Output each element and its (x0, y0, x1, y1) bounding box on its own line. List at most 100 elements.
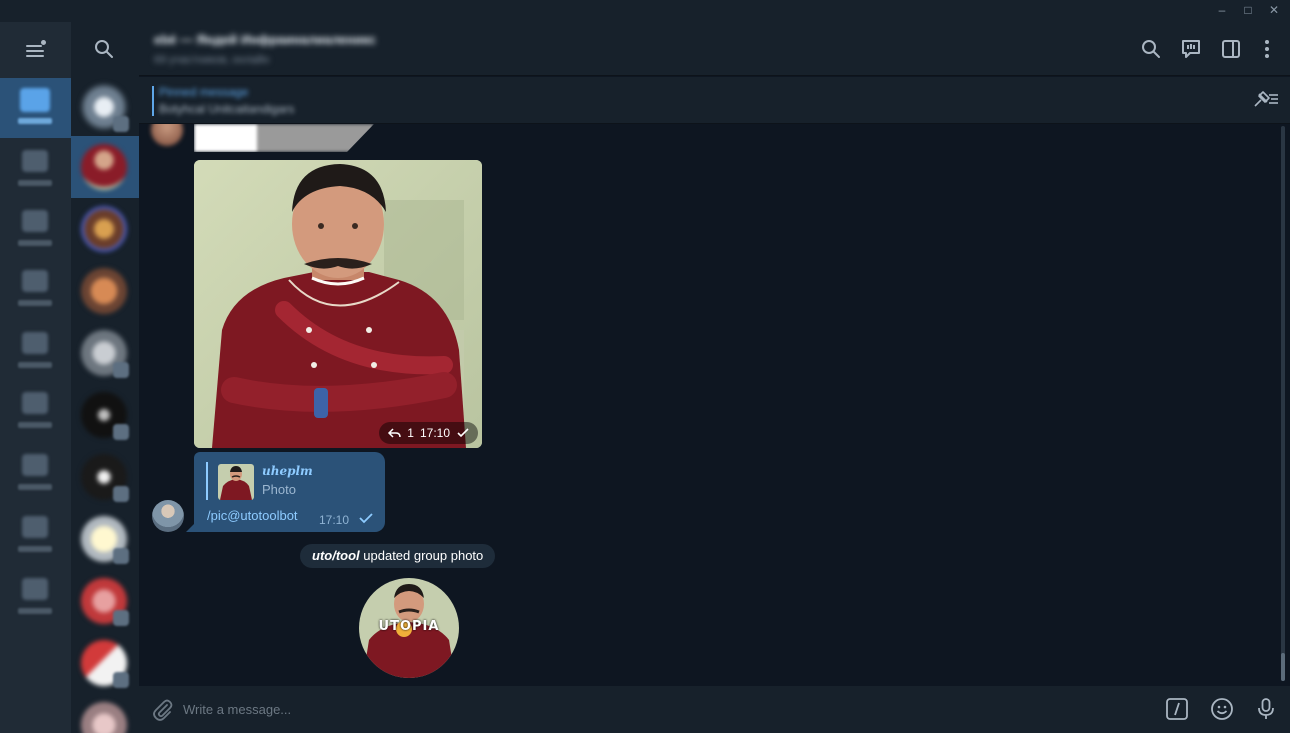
pinned-title: Pinned message (159, 85, 249, 99)
bot-folder-icon (22, 332, 48, 354)
folder-item[interactable] (0, 444, 71, 504)
minimize-button[interactable]: – (1214, 2, 1230, 18)
message-time: 17:10 (319, 513, 350, 527)
paperclip-icon (153, 699, 173, 721)
pinned-accent-bar (152, 86, 154, 116)
folder-label (18, 422, 52, 428)
chat-avatar (81, 144, 127, 190)
chat-list-item[interactable] (71, 508, 139, 570)
chat-list-item[interactable] (71, 384, 139, 446)
emoji-icon (1211, 698, 1233, 720)
chat-view: ebé — Яндей Инфраиналиаленикс 69 участни… (139, 22, 1290, 733)
service-action: updated group photo (359, 548, 484, 563)
chef-photo (194, 160, 482, 448)
reply-count-icon (388, 428, 402, 438)
search-chats-button[interactable] (93, 38, 115, 60)
reply-count[interactable]: 1 (407, 422, 414, 444)
maximize-button[interactable]: □ (1240, 2, 1256, 18)
search-icon (95, 40, 113, 58)
group-folder-icon (22, 210, 48, 232)
chat-list-item-active[interactable] (71, 136, 139, 198)
chat-list-item[interactable] (71, 570, 139, 632)
folder-item[interactable] (0, 382, 71, 442)
custom-folder-icon (22, 578, 48, 600)
muted-badge (113, 116, 129, 132)
chat-title[interactable]: ebé — Яндей Инфраиналиаленикс (154, 32, 376, 47)
sidebar-panel-icon (1222, 40, 1240, 58)
chat-members-status: 69 участников, онлайн (154, 54, 270, 66)
pinned-message-bar[interactable]: Pinned message Botyhcal Unitcaitandigars (139, 77, 1290, 124)
outgoing-message[interactable]: uheplm Photo /pic@utotoolbot 17:10 (194, 452, 385, 532)
scrollbar-thumb[interactable] (1281, 653, 1285, 681)
telegram-desktop-window: – □ ✕ ebé — Яндей Инфраиналиаленикс 69 у… (0, 0, 1290, 733)
service-message: uto/tool updated group photo (300, 544, 496, 568)
folder-item[interactable] (0, 568, 71, 628)
muted-badge (113, 548, 129, 564)
video-chat-button[interactable] (1179, 37, 1203, 61)
window-controls: – □ ✕ (1214, 2, 1282, 18)
chat-list (71, 22, 139, 733)
live-stream-icon (1182, 40, 1200, 58)
person-folder-icon (22, 150, 48, 172)
folder-item[interactable] (0, 200, 71, 260)
pinned-text: Botyhcal Unitcaitandigars (159, 102, 295, 116)
chat-list-item[interactable] (71, 260, 139, 322)
message-input[interactable] (183, 692, 1153, 726)
folder-label (18, 608, 52, 614)
folder-item[interactable] (0, 140, 71, 200)
photo-message[interactable]: 1 17:10 (194, 160, 482, 448)
chat-list-item[interactable] (71, 632, 139, 694)
chat-list-item[interactable] (71, 322, 139, 384)
chat-list-item[interactable] (71, 198, 139, 260)
attach-button[interactable] (151, 698, 175, 722)
more-vertical-icon (1265, 40, 1269, 58)
microphone-icon (1258, 698, 1274, 719)
photo-meta: 1 17:10 (379, 422, 478, 444)
service-actor[interactable]: uto/tool (312, 548, 360, 563)
chats-folder-icon (20, 88, 50, 112)
channel-folder-icon (22, 270, 48, 292)
message-time: 17:10 (419, 426, 450, 440)
message-composer (139, 686, 1290, 733)
bot-command-link[interactable]: /pic@utotoolbot (207, 508, 298, 523)
slash-command-icon (1166, 698, 1188, 720)
muted-badge (113, 362, 129, 378)
chat-folder-icon (22, 454, 48, 476)
folder-item[interactable] (0, 260, 71, 320)
chat-header[interactable]: ebé — Яндей Инфраиналиаленикс 69 участни… (139, 22, 1290, 76)
chat-list-item[interactable] (71, 76, 139, 138)
more-options-button[interactable] (1255, 37, 1279, 61)
chat-avatar (81, 206, 127, 252)
group-photo-overlay: UTOPIA (378, 619, 440, 634)
folder-item[interactable] (0, 322, 71, 382)
folder-item[interactable] (0, 506, 71, 566)
message-history[interactable]: 1 17:10 uheplm Photo /pic@utotoolbot 17:… (139, 124, 1290, 685)
voice-record-button[interactable] (1254, 697, 1278, 721)
avatar[interactable] (152, 500, 184, 532)
close-window-button[interactable]: ✕ (1266, 2, 1282, 18)
chat-avatar (81, 268, 127, 314)
pinned-list-button[interactable] (1252, 89, 1280, 109)
reply-sender-name: uheplm (262, 464, 313, 478)
chat-avatar (81, 702, 127, 733)
folder-label (18, 240, 52, 246)
main-menu-button[interactable] (22, 38, 48, 60)
folder-all-chats[interactable] (0, 78, 71, 138)
chat-list-item[interactable] (71, 446, 139, 508)
reply-preview[interactable]: uheplm Photo (206, 462, 313, 500)
emoji-button[interactable] (1210, 697, 1234, 721)
chat-list-item[interactable] (71, 694, 139, 733)
avatar[interactable] (151, 124, 183, 146)
toggle-sidebar-button[interactable] (1219, 37, 1243, 61)
search-in-chat-button[interactable] (1139, 37, 1163, 61)
pin-list-icon (1254, 91, 1278, 107)
new-group-photo[interactable]: UTOPIA (359, 578, 459, 678)
window-title-bar: – □ ✕ (0, 0, 1290, 22)
bot-commands-button[interactable] (1165, 697, 1189, 721)
previous-message[interactable] (194, 124, 374, 152)
folder-label (18, 484, 52, 490)
message-scrollbar[interactable] (1281, 126, 1285, 681)
folder-label (18, 118, 52, 124)
folders-sidebar (0, 22, 71, 733)
muted-badge (113, 610, 129, 626)
